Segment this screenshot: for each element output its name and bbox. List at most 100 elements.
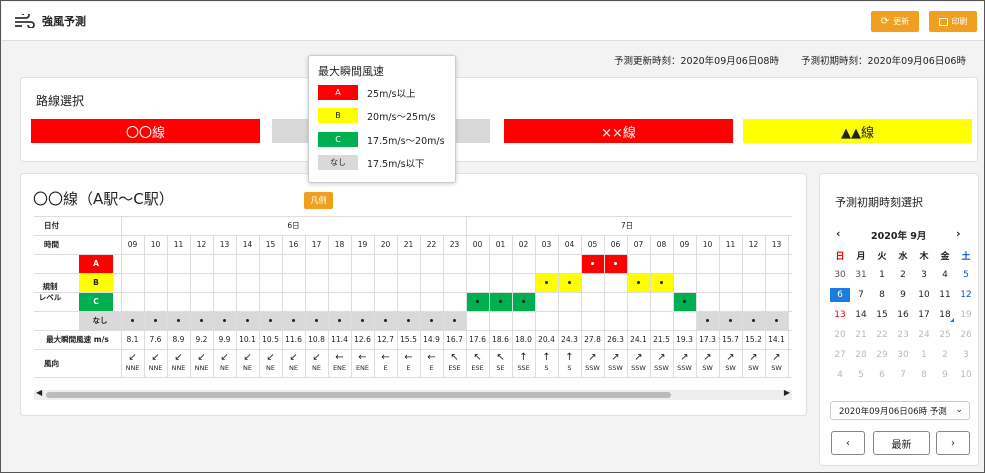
direction-arrow-icon: ↙ bbox=[243, 352, 252, 363]
grid-line bbox=[673, 235, 674, 377]
direction-arrow-icon: ↗ bbox=[680, 352, 689, 363]
legend-text-none: 17.5m/s以下 bbox=[367, 159, 425, 170]
calendar-day[interactable]: 18 bbox=[935, 308, 955, 322]
calendar-day[interactable]: 30 bbox=[830, 268, 850, 282]
calendar-day: 21 bbox=[855, 330, 867, 340]
calendar-day: 28 bbox=[855, 350, 867, 360]
level-cell bbox=[512, 292, 535, 311]
calendar-day[interactable]: 6 bbox=[830, 288, 850, 302]
next-time-button[interactable]: › bbox=[936, 431, 970, 455]
level-cell bbox=[328, 311, 351, 330]
scroll-right-icon[interactable]: ▶ bbox=[784, 388, 790, 397]
calendar-day[interactable]: 4 bbox=[935, 268, 955, 282]
gust-cell: 24.3 bbox=[561, 335, 578, 344]
prev-time-button[interactable]: ‹ bbox=[831, 431, 865, 455]
grid-line bbox=[213, 235, 214, 377]
grid-line bbox=[512, 235, 513, 377]
hour-cell: 22 bbox=[426, 240, 437, 249]
gust-cell: 16.7 bbox=[446, 335, 463, 344]
level-dot bbox=[292, 319, 295, 322]
forecast-time-select[interactable]: 2020年09月06日06時 予測 ⌄ bbox=[830, 401, 970, 420]
calendar-day[interactable]: 17 bbox=[914, 308, 934, 322]
level-dot bbox=[361, 319, 364, 322]
gust-cell: 15.5 bbox=[400, 335, 417, 344]
calendar-day: 7 bbox=[900, 370, 906, 380]
gust-cell: 18.0 bbox=[515, 335, 532, 344]
refresh-button[interactable]: ⟳ 更新 bbox=[871, 11, 919, 32]
level-dot bbox=[453, 319, 456, 322]
calendar-day[interactable]: 8 bbox=[872, 288, 892, 302]
direction-label: SSE bbox=[517, 364, 530, 372]
calendar-day[interactable]: 14 bbox=[851, 308, 871, 322]
date-header-6: 6日 bbox=[287, 221, 300, 230]
hour-cell: 12 bbox=[196, 240, 207, 249]
grid-line bbox=[374, 235, 375, 377]
gust-cell: 12.6 bbox=[354, 335, 371, 344]
calendar-day[interactable]: 31 bbox=[851, 268, 871, 282]
weekday-header: 月 bbox=[856, 251, 866, 262]
calendar-day: 27 bbox=[834, 350, 846, 360]
calendar-day[interactable]: 12 bbox=[956, 288, 976, 302]
hour-cell: 14 bbox=[242, 240, 253, 249]
calendar-day[interactable]: 2 bbox=[893, 268, 913, 282]
calendar-day[interactable]: 1 bbox=[872, 268, 892, 282]
hour-cell: 03 bbox=[541, 240, 552, 249]
direction-arrow-icon: ← bbox=[427, 352, 436, 363]
direction-label: NE bbox=[289, 364, 298, 372]
scroll-left-icon[interactable]: ◀ bbox=[36, 388, 42, 397]
direction-label: NE bbox=[220, 364, 229, 372]
route-button-maru[interactable]: 〇〇線 bbox=[31, 119, 260, 143]
calendar-day[interactable]: 13 bbox=[830, 308, 850, 322]
latest-button[interactable]: 最新 bbox=[873, 431, 930, 455]
level-cell bbox=[489, 292, 512, 311]
route-button-sankaku[interactable]: ▲▲線 bbox=[743, 119, 972, 143]
prev-month-icon[interactable]: ‹ bbox=[836, 227, 841, 240]
printer-icon bbox=[938, 17, 948, 26]
calendar-day[interactable]: 10 bbox=[914, 288, 934, 302]
direction-label: SW bbox=[725, 364, 736, 372]
level-dot bbox=[545, 281, 548, 284]
direction-cell: ↖ SE bbox=[489, 349, 512, 377]
direction-label: NNE bbox=[125, 364, 140, 372]
grid-line bbox=[190, 235, 191, 377]
hour-cell: 05 bbox=[587, 240, 598, 249]
horizontal-scrollbar[interactable]: ◀ ▶ bbox=[34, 388, 792, 400]
update-time: 予測更新時刻：2020年09月06日08時 bbox=[614, 56, 779, 67]
route-selection-title: 路線選択 bbox=[36, 94, 85, 108]
scroll-thumb[interactable] bbox=[46, 392, 671, 398]
direction-arrow-icon: ↙ bbox=[312, 352, 321, 363]
forecast-table: 日付 時間 規制 レベル 最大瞬間風速 m/s 風向 A B C なし 6日 7日 09 8.1 ↙ NNE… bbox=[34, 216, 792, 381]
level-cell bbox=[420, 311, 443, 330]
calendar-day[interactable]: 3 bbox=[914, 268, 934, 282]
grid-line bbox=[34, 311, 792, 312]
calendar-day: 19 bbox=[960, 310, 972, 320]
direction-cell: ↙ NE bbox=[305, 349, 328, 377]
print-button[interactable]: 印刷 bbox=[929, 11, 977, 32]
header-bar: 強風予測 ⟳ 更新 印刷 bbox=[2, 2, 984, 41]
calendar-day[interactable]: 11 bbox=[935, 288, 955, 302]
next-month-icon[interactable]: › bbox=[956, 227, 961, 240]
calendar-day: 26 bbox=[960, 330, 972, 340]
hour-cell: 19 bbox=[357, 240, 368, 249]
legend-button[interactable]: 凡例 bbox=[304, 192, 333, 209]
direction-cell: ↗ SSW bbox=[673, 349, 696, 377]
calendar-day: 24 bbox=[918, 330, 930, 340]
level-cell bbox=[167, 311, 190, 330]
calendar-day[interactable]: 7 bbox=[851, 288, 871, 302]
grid-line bbox=[34, 377, 792, 378]
route-button-batsu[interactable]: ××線 bbox=[504, 119, 733, 143]
hour-cell: 09 bbox=[679, 240, 690, 249]
level-dot bbox=[200, 319, 203, 322]
level-cell bbox=[397, 311, 420, 330]
calendar-day[interactable]: 9 bbox=[893, 288, 913, 302]
direction-arrow-icon: ← bbox=[404, 352, 413, 363]
level-dot bbox=[154, 319, 157, 322]
calendar-day: 8 bbox=[921, 370, 927, 380]
calendar-day[interactable]: 16 bbox=[893, 308, 913, 322]
calendar-day[interactable]: 15 bbox=[872, 308, 892, 322]
calendar-day: 1 bbox=[921, 350, 927, 360]
calendar-day[interactable]: 5 bbox=[956, 268, 976, 282]
level-dot bbox=[384, 319, 387, 322]
gust-cell: 10.8 bbox=[308, 335, 325, 344]
calendar-marker-icon bbox=[950, 318, 954, 322]
